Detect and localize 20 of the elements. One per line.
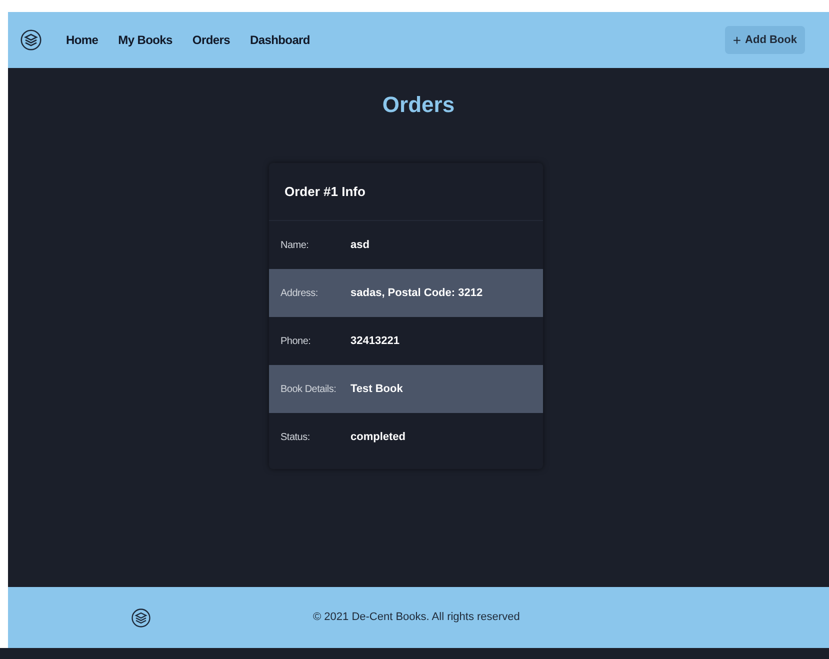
nav-link[interactable]: Dashboard: [250, 31, 310, 49]
nav-link[interactable]: Home: [66, 31, 98, 49]
field-label: Name:: [280, 238, 310, 252]
add-book-button[interactable]: + Add Book: [724, 26, 805, 54]
card-title: Order #1 Info: [284, 182, 366, 201]
books-logo-icon: [20, 29, 42, 51]
books-logo-icon: [130, 608, 150, 628]
field-label: Status:: [280, 430, 311, 444]
page-title: Orders: [382, 91, 455, 119]
field-label: Book Details:: [280, 382, 338, 396]
field-label: Phone:: [280, 334, 312, 348]
field-value: completed: [350, 430, 406, 445]
field-label: Address:: [280, 286, 319, 300]
copyright-text: © 2021 De-Cent Books. All rights reserved: [313, 610, 520, 626]
nav-link[interactable]: My Books: [118, 31, 172, 49]
nav-link[interactable]: Orders: [192, 31, 230, 49]
field-value: Test Book: [350, 382, 403, 397]
field-value: 32413221: [350, 334, 400, 349]
field-value: asd: [350, 238, 370, 253]
field-value: sadas, Postal Code: 3212: [350, 286, 483, 301]
